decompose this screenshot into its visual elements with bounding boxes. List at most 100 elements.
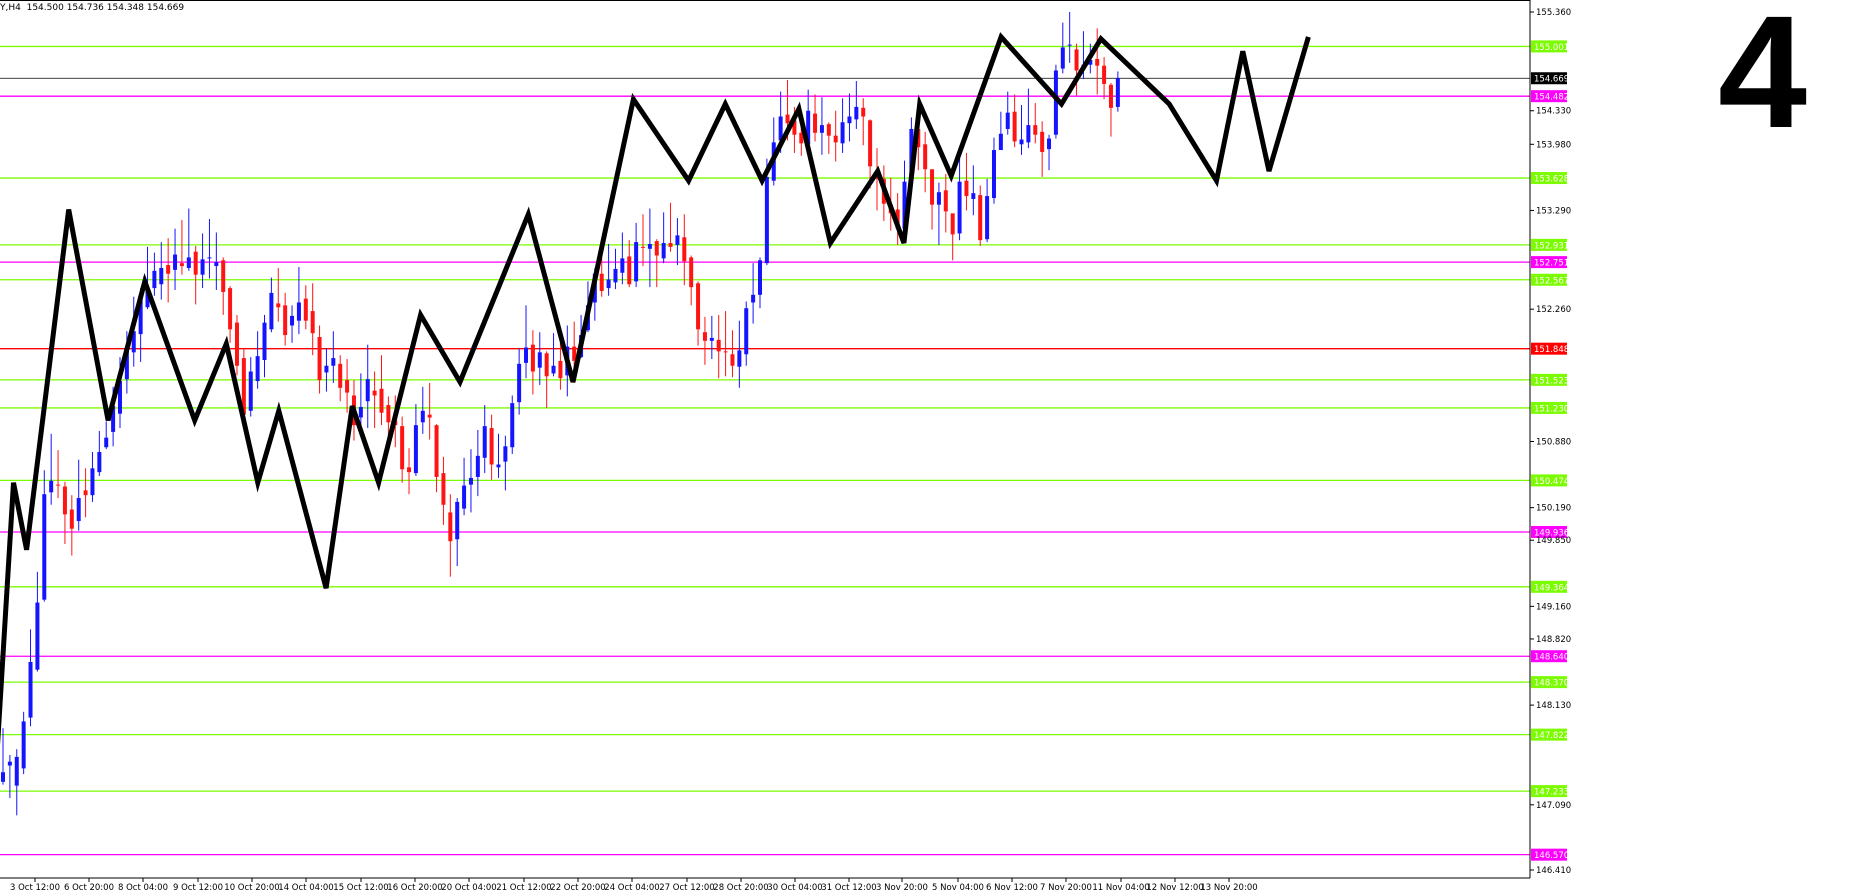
- level-label: 150.474: [1534, 477, 1569, 487]
- candle-body: [985, 196, 990, 240]
- candle-body: [757, 260, 762, 295]
- level-label: 155.001: [1534, 43, 1569, 53]
- candle-body: [283, 305, 288, 336]
- candle-body: [228, 288, 233, 330]
- candle-body: [847, 116, 852, 124]
- candle-body: [819, 125, 824, 133]
- zigzag-layer: [0, 32, 1311, 746]
- candle-body: [358, 406, 363, 418]
- time-tick-label: 7 Nov 20:00: [1040, 883, 1092, 893]
- candle-body: [386, 405, 391, 423]
- time-tick-label: 15 Oct 12:00: [333, 883, 388, 893]
- candle-body: [943, 190, 948, 212]
- candle-body: [1102, 65, 1107, 84]
- candle-body: [407, 467, 412, 473]
- price-tick-label: 149.160: [1536, 602, 1571, 612]
- level-label: 148.370: [1534, 679, 1569, 689]
- candle-body: [833, 135, 838, 143]
- time-tick-label: 30 Oct 04:00: [767, 883, 822, 893]
- time-tick-label: 11 Nov 04:00: [1092, 883, 1149, 893]
- candle-body: [930, 169, 935, 205]
- zigzag-path: [0, 32, 1311, 746]
- level-label: 146.570: [1534, 851, 1569, 861]
- candle-body: [764, 176, 769, 264]
- candle-body: [221, 260, 226, 292]
- candle-body: [317, 336, 322, 381]
- time-tick-label: 24 Oct 04:00: [604, 883, 659, 893]
- price-tick-label: 150.880: [1536, 437, 1571, 447]
- candle-body: [248, 371, 253, 411]
- candle-body: [510, 403, 515, 448]
- candle-body: [200, 259, 205, 275]
- level-label: 147.233: [1534, 788, 1569, 798]
- candle-body: [1012, 111, 1017, 142]
- candle-body: [21, 721, 26, 769]
- candle-body: [1108, 84, 1113, 108]
- price-tick-label: 146.410: [1536, 866, 1571, 876]
- price-tick-label: 154.330: [1536, 107, 1571, 117]
- candle-body: [42, 494, 47, 600]
- level-label: 154.482: [1534, 93, 1569, 103]
- candle-body: [1, 772, 5, 782]
- candle-body: [310, 311, 315, 334]
- candle-body: [654, 241, 659, 256]
- candle-body: [427, 414, 432, 418]
- candle-body: [517, 363, 522, 403]
- candle-body: [696, 283, 701, 330]
- time-tick-label: 28 Oct 20:00: [713, 883, 768, 893]
- candle-body: [255, 356, 260, 382]
- candle-body: [861, 107, 866, 117]
- candle-body: [1019, 139, 1024, 145]
- level-label: 149.364: [1534, 583, 1569, 593]
- candle-body: [28, 661, 33, 718]
- candle-body: [7, 761, 12, 766]
- candle-body: [613, 268, 618, 283]
- candle-body: [324, 365, 329, 373]
- candle-body: [936, 192, 941, 205]
- price-tick-label: 149.850: [1536, 536, 1571, 546]
- candle-body: [296, 302, 301, 321]
- candle-body: [647, 243, 652, 249]
- price-chart[interactable]: 155.001 154.482 153.628 152.931 152.751 152.5…: [0, 0, 1867, 896]
- level-label: 152.931: [1534, 241, 1569, 251]
- candle-body: [379, 388, 384, 413]
- candle-body: [331, 358, 336, 366]
- candle-body: [441, 473, 446, 505]
- candle-body: [276, 303, 281, 308]
- price-tick-label: 153.980: [1536, 140, 1571, 150]
- candle-body: [455, 501, 460, 540]
- price-tick-label: 150.190: [1536, 504, 1571, 514]
- candle-body: [1060, 47, 1065, 69]
- candle-body: [785, 114, 790, 124]
- candle-body: [854, 106, 859, 120]
- candle-body: [813, 113, 818, 133]
- candle-body: [524, 347, 529, 363]
- candle-body: [214, 262, 219, 267]
- candle-body: [840, 122, 845, 144]
- candle-body: [159, 267, 164, 285]
- candle-body: [682, 237, 687, 262]
- time-tick-label: 31 Oct 12:00: [821, 883, 876, 893]
- level-label: 153.628: [1534, 175, 1569, 185]
- candle-body: [634, 242, 639, 282]
- level-label: 151.848: [1534, 345, 1569, 355]
- candle-body: [1005, 112, 1010, 129]
- candle-body: [468, 477, 473, 485]
- candle-body: [868, 120, 873, 167]
- candle-body: [689, 257, 694, 288]
- price-tick-label: 153.290: [1536, 206, 1571, 216]
- candle-body: [400, 426, 405, 470]
- candle-body: [537, 352, 542, 368]
- candle-body: [744, 308, 749, 355]
- candle-body: [496, 464, 501, 468]
- candle-body: [957, 181, 962, 234]
- level-label: 151.230: [1534, 404, 1569, 414]
- candle-body: [193, 251, 198, 275]
- candle-body: [207, 257, 212, 259]
- price-tick-label: 148.820: [1536, 635, 1571, 645]
- candle-body: [173, 254, 178, 270]
- candle-body: [1047, 138, 1052, 150]
- candle-body: [234, 322, 239, 366]
- candle-body: [186, 257, 191, 268]
- candle-body: [558, 360, 563, 379]
